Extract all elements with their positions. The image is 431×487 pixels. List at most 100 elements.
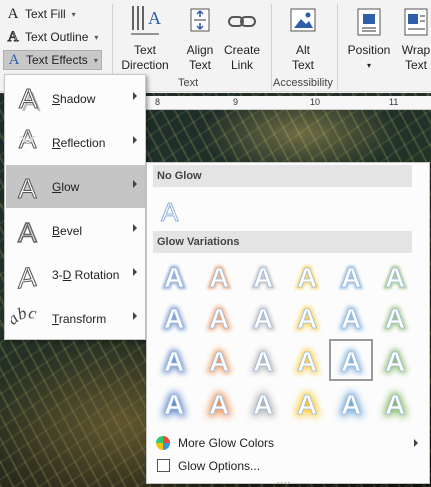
glow-a-icon: AA [295, 260, 319, 295]
chevron-down-icon: ▾ [71, 9, 76, 19]
svg-text:A: A [385, 262, 405, 293]
text-effects-menu: AA Shadow AA Reflection A Glow A Bevel A… [4, 74, 146, 340]
menu-item-3d-rotation[interactable]: A 3-D Rotation [6, 253, 145, 296]
bevel-a-icon: A [6, 216, 50, 246]
no-glow-header: No Glow [153, 165, 412, 187]
glow-a-icon: AA [251, 344, 275, 379]
glow-a-icon: AA [207, 301, 231, 336]
svg-text:A: A [253, 262, 273, 293]
menu-item-label: Reflection [52, 135, 106, 150]
glow-variation-option[interactable]: AA [329, 296, 373, 338]
glow-variation-option[interactable]: AA [197, 296, 241, 338]
glow-variation-option[interactable]: AA [329, 255, 373, 297]
glow-variation-option[interactable]: AA [241, 255, 285, 297]
text-fill-icon: A [7, 5, 19, 22]
menu-item-bevel[interactable]: A Bevel [6, 209, 145, 252]
glow-variation-option[interactable]: AA [373, 296, 417, 338]
create-link-label2: Link [230, 58, 253, 72]
glow-variation-option[interactable]: AA [152, 339, 196, 381]
align-text-icon [190, 8, 210, 32]
menu-item-reflection[interactable]: AA Reflection [6, 121, 145, 164]
glow-variation-option[interactable]: AA [373, 382, 417, 424]
glow-variation-option[interactable]: AA [197, 339, 241, 381]
glow-options-item[interactable]: Glow Options... [148, 454, 428, 477]
position-button[interactable]: Position ▾ [346, 4, 392, 73]
menu-item-shadow[interactable]: AA Shadow [6, 77, 145, 120]
rotation-a-icon: A [6, 260, 50, 290]
create-link-button[interactable]: Create Link [222, 4, 262, 73]
glow-a-icon: AA [383, 260, 407, 295]
wrap-text-button[interactable]: Wrap Text [396, 4, 431, 73]
menu-item-label: Glow [52, 179, 80, 194]
text-outline-label: Text Outline [25, 30, 89, 44]
glow-a-icon: AA [339, 387, 363, 422]
svg-text:A: A [18, 173, 37, 202]
glow-variation-option[interactable]: AA [373, 339, 417, 381]
svg-text:A: A [341, 262, 361, 293]
svg-text:A: A [297, 389, 317, 420]
menu-item-glow[interactable]: A Glow [6, 165, 145, 208]
chevron-down-icon: ▾ [366, 61, 371, 70]
svg-text:A: A [253, 303, 273, 334]
more-glow-colors-item[interactable]: More Glow Colors [148, 431, 428, 454]
svg-text:abc: abc [11, 306, 39, 329]
alt-text-button[interactable]: Alt Text [282, 4, 324, 73]
text-outline-button[interactable]: A Text Outline ▾ [3, 27, 101, 47]
svg-text:A: A [209, 389, 229, 420]
glow-variation-option[interactable]: AA [197, 382, 241, 424]
glow-variation-option[interactable]: AA [285, 296, 329, 338]
group-label-text: Text [178, 77, 199, 89]
no-glow-option[interactable]: A [149, 189, 193, 231]
glow-variation-option[interactable]: AA [197, 255, 241, 297]
text-direction-button[interactable]: A Text Direction [117, 4, 173, 73]
ruler-mark: 11 [389, 97, 399, 107]
glow-a-icon: AA [162, 260, 186, 295]
svg-text:A: A [253, 346, 273, 377]
glow-a-icon: A [6, 172, 50, 202]
glow-variation-option[interactable]: AA [152, 255, 196, 297]
glow-variations-header: Glow Variations [153, 231, 412, 253]
glow-variation-option[interactable]: AA [285, 255, 329, 297]
ribbon-separator [337, 4, 338, 90]
svg-text:A: A [209, 262, 229, 293]
glow-variation-option[interactable]: AA [285, 382, 329, 424]
glow-variation-option[interactable]: AA [241, 296, 285, 338]
glow-variation-option[interactable]: AA [373, 255, 417, 297]
svg-text:A: A [341, 303, 361, 334]
glow-variation-option[interactable]: AA [152, 382, 196, 424]
glow-a-icon: AA [207, 344, 231, 379]
alt-text-icon [290, 8, 316, 32]
svg-text:A: A [341, 346, 361, 377]
glow-variation-option[interactable]: AA [329, 339, 373, 381]
position-icon [357, 8, 381, 36]
glow-a-icon: AA [295, 301, 319, 336]
text-fill-button[interactable]: A Text Fill ▾ [3, 4, 79, 24]
wrap-text-label2: Text [404, 58, 427, 72]
wrap-text-label: Wrap [401, 43, 431, 57]
glow-variation-option[interactable]: AA [329, 382, 373, 424]
chevron-right-icon [133, 136, 137, 144]
chevron-right-icon [133, 268, 137, 276]
glow-a-icon: AA [339, 301, 363, 336]
text-effects-button[interactable]: A Text Effects ▾ [3, 50, 102, 70]
glow-variation-option[interactable]: AA [152, 296, 196, 338]
chevron-right-icon [414, 439, 418, 447]
glow-variation-option[interactable]: AA [241, 382, 285, 424]
glow-a-icon: AA [383, 301, 407, 336]
text-direction-label2: Direction [121, 58, 169, 72]
chevron-right-icon [133, 92, 137, 100]
text-effects-icon: A [8, 51, 20, 68]
glow-a-icon: AA [207, 260, 231, 295]
glow-a-icon: AA [339, 344, 363, 379]
resize-grip[interactable]: .... [277, 475, 291, 485]
menu-item-label: Shadow [52, 91, 96, 106]
menu-item-transform[interactable]: abc Transform [6, 297, 145, 340]
alt-text-label: Alt [295, 43, 310, 57]
glow-a-icon: AA [251, 387, 275, 422]
chevron-right-icon [133, 224, 137, 232]
reflection-a-icon: AA [6, 126, 50, 160]
align-text-button[interactable]: Align Text [178, 4, 222, 73]
ruler-mark: 9 [233, 97, 239, 107]
glow-variation-option[interactable]: AA [285, 339, 329, 381]
glow-variation-option[interactable]: AA [241, 339, 285, 381]
